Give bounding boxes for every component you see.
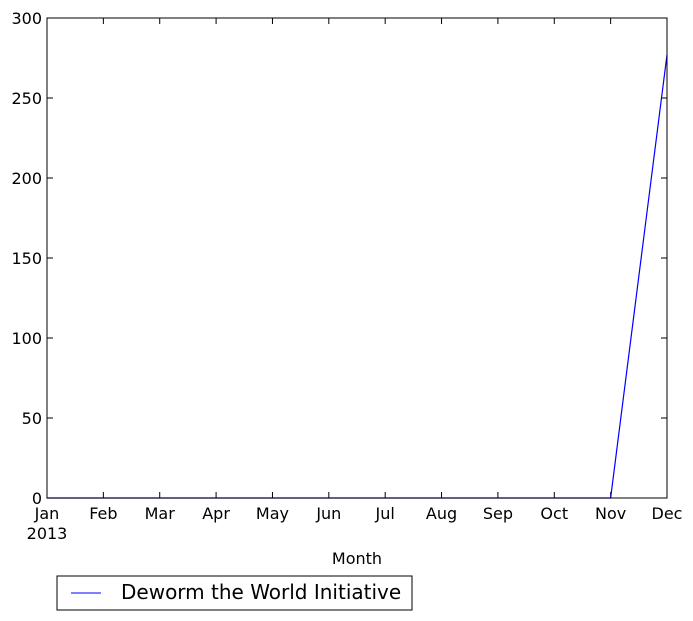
x-tick-label: Feb [89,504,117,523]
x-tick-label: Jun [315,504,341,523]
x-tick-label: Jan [34,504,60,523]
x-tick-label: May [256,504,289,523]
legend: Deworm the World Initiative [56,575,413,611]
x-axis-sublabel: 2013 [27,524,68,543]
y-axis-ticks: 050100150200250300 [11,9,667,508]
x-axis-ticks: Jan Feb Mar Apr May Jun Jul Aug Sep Oct Nov Dec [34,18,683,523]
x-tick-label: Apr [202,504,230,523]
y-tick-label: 100 [11,329,42,348]
plot-frame [46,17,668,499]
chart: 050100150200250300 Jan Feb Mar Apr May Jun Jul… [11,9,683,611]
x-tick-label: Aug [426,504,457,523]
series-lines [47,54,668,499]
y-tick-label: 300 [11,9,42,28]
x-tick-label: Dec [652,504,683,523]
series-line [47,54,668,499]
x-tick-label: Sep [483,504,513,523]
x-axis-label: Month [332,549,382,568]
y-tick-label: 150 [11,249,42,268]
x-tick-label: Jul [375,504,395,523]
y-tick-label: 250 [11,89,42,108]
x-tick-label: Mar [145,504,176,523]
y-tick-label: 50 [22,409,42,428]
legend-label: Deworm the World Initiative [121,580,401,604]
y-tick-label: 200 [11,169,42,188]
x-tick-label: Oct [540,504,568,523]
x-tick-label: Nov [595,504,626,523]
